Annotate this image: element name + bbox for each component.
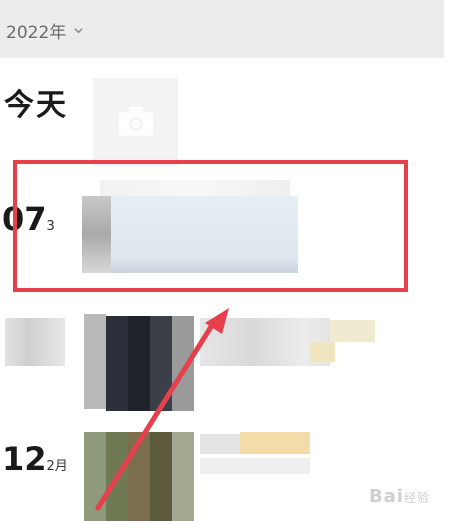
- blur-block: [128, 432, 150, 521]
- blur-block: [128, 316, 150, 411]
- entry-month: 2月: [46, 459, 68, 474]
- blur-block: [330, 320, 375, 342]
- blur-block: [84, 314, 106, 409]
- blur-block: [5, 318, 65, 366]
- blur-block: [172, 316, 194, 411]
- entry-day: 12: [2, 440, 47, 478]
- highlight-box: [13, 160, 408, 292]
- today-heading: 今天: [4, 88, 68, 123]
- blur-block: [150, 432, 172, 521]
- blur-block: [84, 432, 106, 521]
- watermark-cn: 经验: [403, 491, 430, 505]
- entry-date: 122月: [2, 440, 68, 478]
- blur-block: [172, 432, 194, 521]
- blur-block: [200, 434, 240, 454]
- blur-block: [200, 458, 310, 474]
- watermark: Bai经验: [369, 486, 430, 507]
- watermark-text: Bai: [368, 486, 404, 507]
- blur-block: [310, 342, 335, 362]
- blur-block: [106, 316, 128, 411]
- header-bar: 2022年: [0, 0, 444, 58]
- camera-icon: [119, 107, 153, 136]
- blur-block: [150, 316, 172, 411]
- camera-tile[interactable]: [93, 78, 178, 166]
- blur-block: [106, 432, 128, 521]
- year-label: 2022年: [6, 23, 67, 43]
- chevron-down-icon: [74, 28, 83, 34]
- right-edge: [444, 0, 452, 521]
- blur-block: [240, 432, 310, 454]
- year-selector[interactable]: 2022年: [6, 18, 83, 43]
